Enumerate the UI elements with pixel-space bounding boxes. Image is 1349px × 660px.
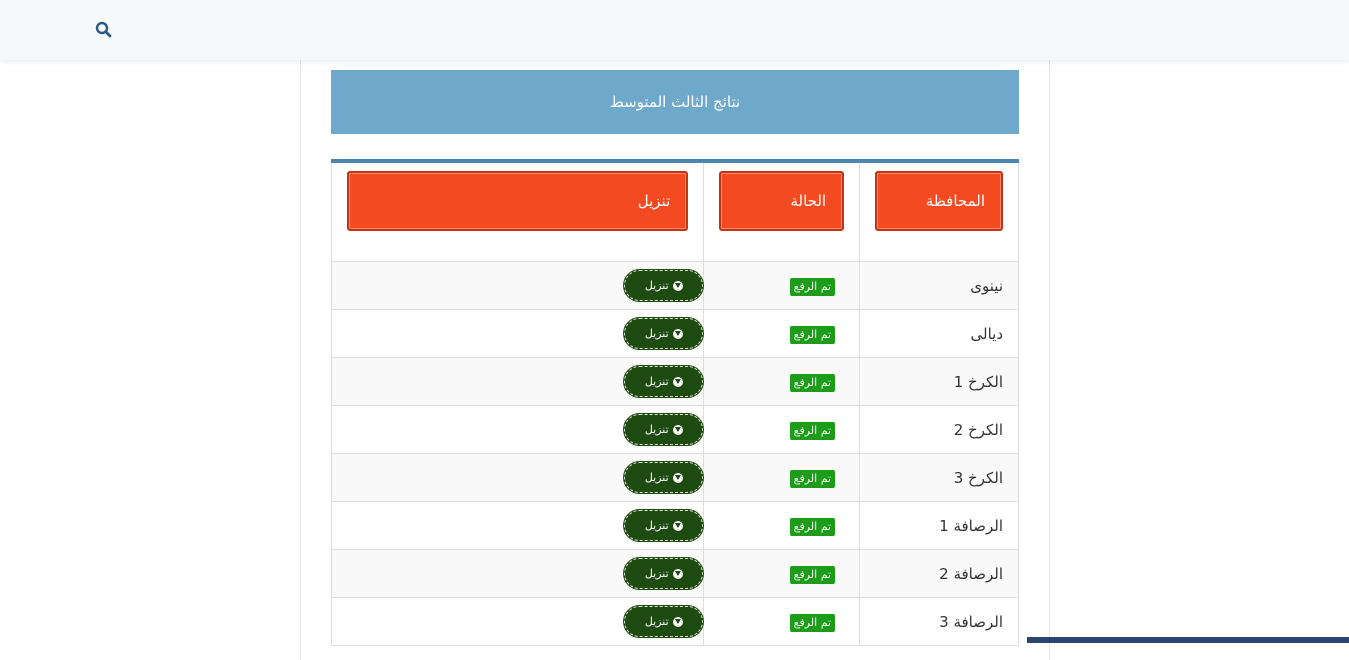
status-cell: تم الرفع <box>703 357 861 406</box>
download-button-label: تنزيل <box>644 567 669 580</box>
download-button[interactable]: تنزيل <box>624 510 704 541</box>
download-cell: تنزيل <box>330 309 705 358</box>
status-badge: تم الرفع <box>789 469 836 488</box>
download-cell: تنزيل <box>330 501 705 550</box>
governorate-cell: الكرخ 1 <box>859 357 1019 406</box>
download-button-label: تنزيل <box>644 375 669 388</box>
download-cell: تنزيل <box>330 597 705 646</box>
download-circle-icon <box>672 472 683 483</box>
status-badge: تم الرفع <box>789 421 836 440</box>
bottom-widget-bar[interactable] <box>1027 637 1349 643</box>
table-row: الرصافة 1 تم الرفع تنزيل <box>330 501 1019 550</box>
status-badge: تم الرفع <box>789 517 836 536</box>
header-governorate-label: المحافظة <box>875 171 1003 231</box>
download-cell: تنزيل <box>330 261 705 310</box>
top-bar <box>0 0 1349 60</box>
header-status: الحالة <box>703 160 861 262</box>
status-cell: تم الرفع <box>703 549 861 598</box>
download-button-label: تنزيل <box>644 423 669 436</box>
status-badge: تم الرفع <box>789 325 836 344</box>
table-row: الكرخ 3 تم الرفع تنزيل <box>330 453 1019 502</box>
status-badge: تم الرفع <box>789 277 836 296</box>
download-cell: تنزيل <box>330 549 705 598</box>
header-status-label: الحالة <box>719 171 845 231</box>
download-button[interactable]: تنزيل <box>624 366 704 397</box>
table-row: نينوى تم الرفع تنزيل <box>330 261 1019 310</box>
download-circle-icon <box>672 376 683 387</box>
download-circle-icon <box>672 520 683 531</box>
status-badge: تم الرفع <box>789 373 836 392</box>
download-button[interactable]: تنزيل <box>624 414 704 445</box>
download-button[interactable]: تنزيل <box>624 270 704 301</box>
main-content: نتائج الثالث المتوسط المحافظة الحالة تنز… <box>300 60 1050 660</box>
download-circle-icon <box>672 328 683 339</box>
download-circle-icon <box>672 424 683 435</box>
status-badge: تم الرفع <box>789 565 836 584</box>
table-row: الرصافة 3 تم الرفع تنزيل <box>330 597 1019 646</box>
governorate-cell: ديالى <box>859 309 1019 358</box>
download-button[interactable]: تنزيل <box>624 318 704 349</box>
status-cell: تم الرفع <box>703 453 861 502</box>
table-row: الكرخ 1 تم الرفع تنزيل <box>330 357 1019 406</box>
header-download-label: تنزيل <box>347 171 689 231</box>
search-icon <box>95 21 112 38</box>
governorate-cell: الكرخ 2 <box>859 405 1019 454</box>
page-title: نتائج الثالث المتوسط <box>331 70 1019 134</box>
status-cell: تم الرفع <box>703 309 861 358</box>
download-cell: تنزيل <box>330 405 705 454</box>
download-button[interactable]: تنزيل <box>624 606 704 637</box>
status-cell: تم الرفع <box>703 261 861 310</box>
governorate-cell: الرصافة 3 <box>859 597 1019 646</box>
status-badge: تم الرفع <box>789 613 836 632</box>
status-cell: تم الرفع <box>703 501 861 550</box>
download-button-label: تنزيل <box>644 615 669 628</box>
table-header-row: المحافظة الحالة تنزيل <box>330 160 1019 262</box>
download-cell: تنزيل <box>330 453 705 502</box>
governorate-cell: الرصافة 1 <box>859 501 1019 550</box>
download-button-label: تنزيل <box>644 279 669 292</box>
results-table: المحافظة الحالة تنزيل نينوى تم الرفع تنزيل… <box>330 159 1019 646</box>
header-download: تنزيل <box>330 160 705 262</box>
download-button-label: تنزيل <box>644 519 669 532</box>
governorate-cell: الرصافة 2 <box>859 549 1019 598</box>
download-button-label: تنزيل <box>644 327 669 340</box>
download-button[interactable]: تنزيل <box>624 462 704 493</box>
download-circle-icon <box>672 616 683 627</box>
download-cell: تنزيل <box>330 357 705 406</box>
status-cell: تم الرفع <box>703 597 861 646</box>
table-row: الرصافة 2 تم الرفع تنزيل <box>330 549 1019 598</box>
download-button-label: تنزيل <box>644 471 669 484</box>
header-governorate: المحافظة <box>859 160 1019 262</box>
search-button[interactable] <box>94 20 114 40</box>
download-circle-icon <box>672 280 683 291</box>
download-circle-icon <box>672 568 683 579</box>
governorate-cell: الكرخ 3 <box>859 453 1019 502</box>
table-row: الكرخ 2 تم الرفع تنزيل <box>330 405 1019 454</box>
status-cell: تم الرفع <box>703 405 861 454</box>
download-button[interactable]: تنزيل <box>624 558 704 589</box>
governorate-cell: نينوى <box>859 261 1019 310</box>
table-row: ديالى تم الرفع تنزيل <box>330 309 1019 358</box>
